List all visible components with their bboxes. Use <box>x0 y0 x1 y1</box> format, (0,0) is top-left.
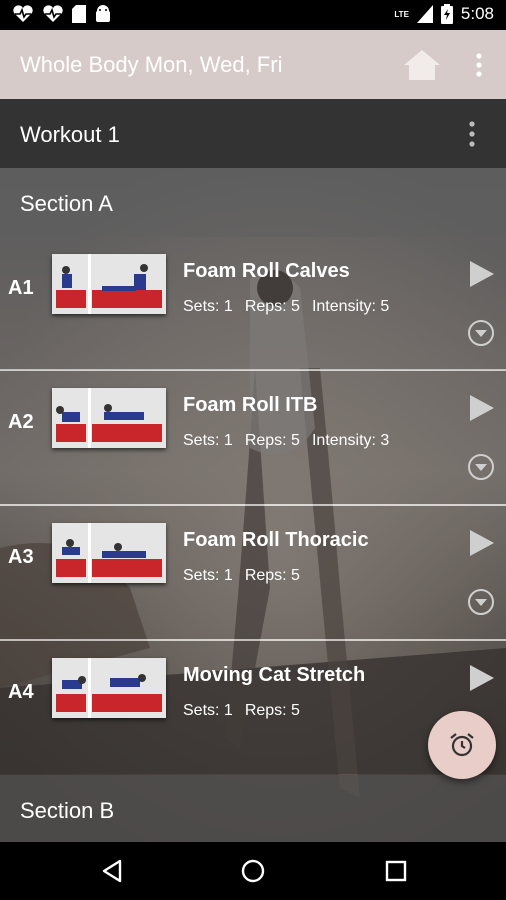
exercise-row[interactable]: A3 Foam Roll Thoracic Sets: 1 Reps: 5 <box>0 506 506 639</box>
nav-recents-button[interactable] <box>381 856 411 886</box>
sets-label: Sets: 1 <box>183 432 233 449</box>
exercise-code: A1 <box>8 277 34 299</box>
overflow-menu-button[interactable] <box>468 52 490 80</box>
exercise-thumbnail[interactable] <box>52 388 166 448</box>
exercise-thumbnail[interactable] <box>52 254 166 314</box>
play-button[interactable] <box>464 528 498 558</box>
reps-label: Reps: 5 <box>244 567 300 584</box>
reps-label: Reps: 5 <box>244 702 300 719</box>
exercise-name: Foam Roll Thoracic <box>183 529 369 551</box>
exercise-stats: Sets: 1 Reps: 5 Intensity: 3 <box>183 432 401 450</box>
exercise-thumbnail[interactable] <box>52 658 166 718</box>
android-icon <box>96 5 110 22</box>
play-button[interactable] <box>464 663 498 693</box>
exercise-code: A2 <box>8 411 34 433</box>
intensity-label: Intensity: 3 <box>311 432 390 449</box>
app-title: Whole Body Mon, Wed, Fri <box>20 52 283 77</box>
workout-menu-button[interactable] <box>460 119 484 149</box>
home-button[interactable] <box>400 48 444 82</box>
expand-button[interactable] <box>466 318 496 348</box>
exercise-stats: Sets: 1 Reps: 5 <box>183 567 312 585</box>
exercise-name: Foam Roll Calves <box>183 260 350 282</box>
play-icon <box>470 395 494 421</box>
reps-label: Reps: 5 <box>244 432 300 449</box>
exercise-stats: Sets: 1 Reps: 5 Intensity: 5 <box>183 298 401 316</box>
chevron-down-icon <box>468 320 494 346</box>
play-icon <box>470 530 494 556</box>
nav-back-button[interactable] <box>98 856 128 886</box>
home-icon <box>404 50 440 80</box>
expand-button[interactable] <box>466 587 496 617</box>
exercise-code: A4 <box>8 681 34 703</box>
section-label: Section A <box>20 191 113 216</box>
alarm-timer-button[interactable] <box>428 711 496 779</box>
recents-icon <box>385 860 407 882</box>
heart-pulse-icon <box>13 5 33 23</box>
signal-icon <box>416 5 433 23</box>
play-button[interactable] <box>464 393 498 423</box>
chevron-down-icon <box>468 589 494 615</box>
reps-label: Reps: 5 <box>244 298 300 315</box>
heart-pulse-icon <box>43 5 63 23</box>
workout-header: Workout 1 <box>0 99 506 168</box>
workout-title: Workout 1 <box>20 122 120 147</box>
sd-card-icon <box>72 5 86 23</box>
sets-label: Sets: 1 <box>183 702 233 719</box>
exercise-row[interactable]: A2 Foam Roll ITB Sets: 1 Reps: 5 Intensity… <box>0 371 506 504</box>
alarm-icon <box>450 733 474 757</box>
sets-label: Sets: 1 <box>183 298 233 315</box>
navigation-bar <box>0 842 506 900</box>
battery-icon <box>440 4 453 24</box>
clock: 5:08 <box>460 4 494 23</box>
section-label: Section B <box>20 798 115 823</box>
exercise-name: Moving Cat Stretch <box>183 664 366 686</box>
play-icon <box>470 665 494 691</box>
exercise-thumbnail[interactable] <box>52 523 166 583</box>
nav-home-button[interactable] <box>238 856 268 886</box>
section-header[interactable]: Section A <box>0 168 506 237</box>
exercise-name: Foam Roll ITB <box>183 394 318 416</box>
more-vert-icon <box>469 121 475 147</box>
section-header[interactable]: Section B <box>0 775 506 842</box>
expand-button[interactable] <box>466 452 496 482</box>
play-icon <box>470 261 494 287</box>
exercise-code: A3 <box>8 546 34 568</box>
more-vert-icon <box>476 53 482 77</box>
home-circle-icon <box>241 859 265 883</box>
exercise-stats: Sets: 1 Reps: 5 <box>183 702 312 720</box>
sets-label: Sets: 1 <box>183 567 233 584</box>
intensity-label: Intensity: 5 <box>311 298 390 315</box>
back-icon <box>102 859 122 883</box>
exercise-row[interactable]: A1 Foam Roll Calves Sets: 1 Reps: 5 Intens… <box>0 237 506 370</box>
play-button[interactable] <box>464 259 498 289</box>
app-bar: Whole Body Mon, Wed, Fri <box>0 30 506 99</box>
network-type-label: LTE <box>394 9 409 19</box>
chevron-down-icon <box>468 454 494 480</box>
status-bar: LTE 5:08 <box>0 0 506 30</box>
